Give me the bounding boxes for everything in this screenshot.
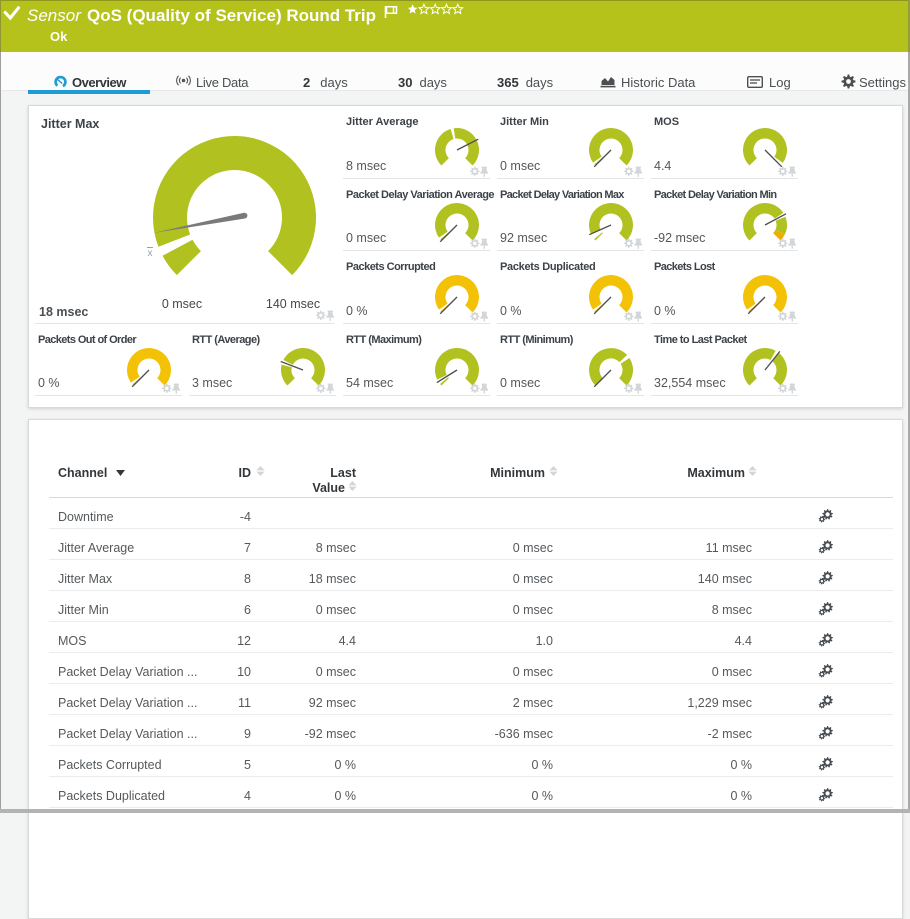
svg-text:x: x (148, 248, 153, 259)
